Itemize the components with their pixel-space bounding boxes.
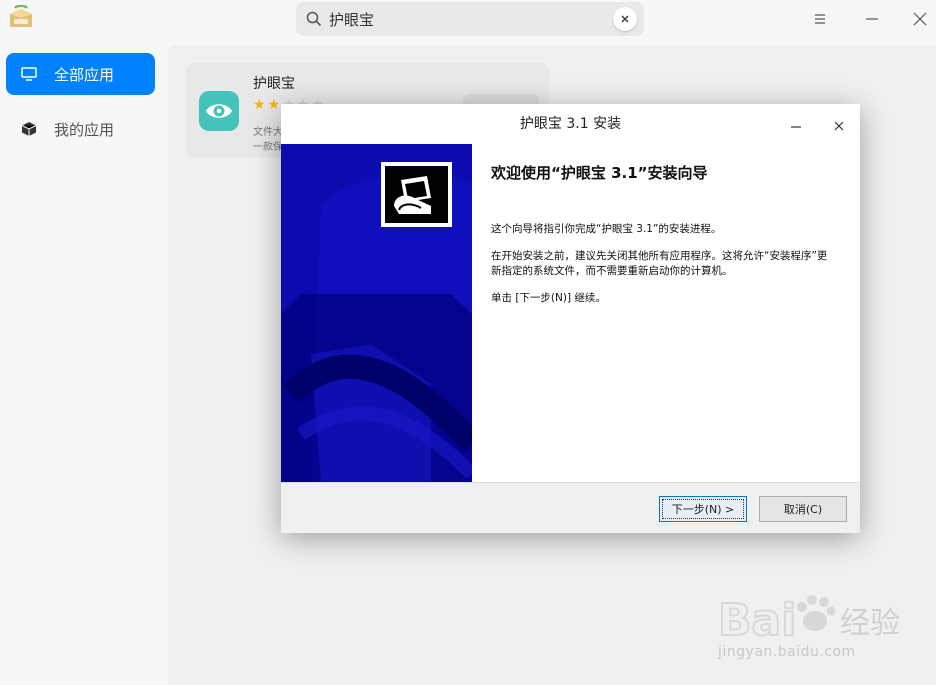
dialog-minimize-icon[interactable] (790, 118, 802, 137)
sidebar-item-my-apps[interactable]: 我的应用 (6, 108, 155, 150)
app-description: 一款保 (253, 142, 283, 153)
cube-icon (20, 120, 38, 138)
svg-text:Bai: Bai (718, 595, 796, 645)
installer-banner-image (281, 144, 472, 482)
installer-content: 欢迎使用“护眼宝 3.1”安装向导 这个向导将指引你完成“护眼宝 3.1”的安装… (472, 144, 860, 482)
monitor-icon (20, 65, 38, 83)
sidebar: 全部应用 我的应用 (0, 38, 165, 685)
menu-icon[interactable] (809, 8, 831, 30)
search-box[interactable]: 护眼宝 (296, 2, 644, 36)
app-store-logo-icon (7, 4, 35, 31)
close-icon[interactable] (909, 8, 931, 30)
sidebar-item-label: 全部应用 (54, 65, 115, 84)
intro-text: 这个向导将指引你完成“护眼宝 3.1”的安装进程。 (491, 223, 722, 235)
app-size: 文件大 (253, 127, 283, 138)
advice-text: 在开始安装之前，建议先关闭其他所有应用程序。这将允许“安装程序”更新指定的系统文… (491, 250, 828, 277)
installer-dialog: 护眼宝 3.1 安装 欢迎使用“护眼宝 3.1”安装向导 这个向导将指引你完成“… (281, 104, 860, 533)
app-name[interactable]: 护眼宝 (253, 73, 295, 93)
cancel-button[interactable]: 取消(C) (759, 496, 847, 522)
sidebar-item-label: 我的应用 (54, 120, 115, 139)
clear-icon[interactable] (613, 7, 637, 31)
eye-app-icon (199, 91, 239, 131)
dialog-title: 护眼宝 3.1 安装 (519, 116, 622, 132)
search-input[interactable]: 护眼宝 (329, 9, 374, 30)
minimize-icon[interactable] (861, 8, 883, 30)
search-icon (306, 11, 322, 31)
svg-text:经验: 经验 (840, 606, 900, 641)
sidebar-item-all-apps[interactable]: 全部应用 (6, 53, 155, 95)
title-bar: 护眼宝 (0, 0, 936, 38)
next-button[interactable]: 下一步(N) > (659, 496, 747, 522)
dialog-footer: 下一步(N) > 取消(C) (281, 482, 860, 533)
dialog-close-icon[interactable] (833, 117, 845, 136)
watermark-url: jingyan.baidu.com (718, 644, 856, 660)
welcome-heading: 欢迎使用“护眼宝 3.1”安装向导 (491, 164, 708, 182)
continue-hint: 单击 [下一步(N)] 继续。 (491, 292, 606, 304)
